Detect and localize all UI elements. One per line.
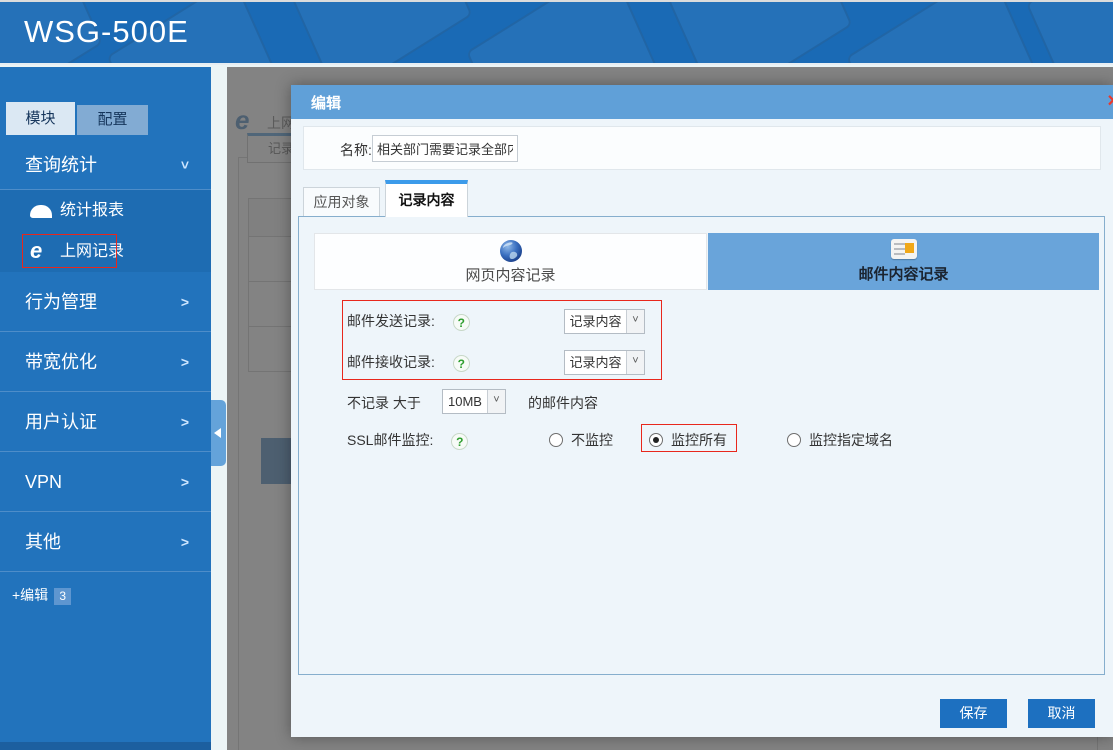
- ssl-monitor-label: SSL邮件监控:: [347, 430, 433, 450]
- mail-recv-label: 邮件接收记录:: [347, 352, 435, 372]
- report-chart-icon: [30, 198, 54, 222]
- header-pattern: [1026, 2, 1113, 65]
- help-icon[interactable]: ?: [453, 355, 470, 372]
- sidebar-item-label: 其他: [25, 532, 61, 552]
- sidebar-item-label: 查询统计: [25, 155, 97, 175]
- chevron-right-icon: >: [181, 392, 189, 452]
- sidebar-submenu: 统计报表 e 上网记录: [0, 190, 211, 272]
- chevron-down-icon: ˅: [181, 140, 189, 190]
- sidebar-bottom-strip: [0, 742, 211, 750]
- edit-count-badge: 3: [54, 588, 71, 605]
- mail-send-select[interactable]: 记录内容 ˅: [564, 309, 645, 334]
- chevron-right-icon: >: [181, 452, 189, 512]
- select-value: 记录内容: [565, 351, 626, 374]
- name-input[interactable]: [372, 135, 518, 162]
- sidebar-item-bandwidth[interactable]: 带宽优化 >: [0, 332, 211, 392]
- sidebar-item-stats-report[interactable]: 统计报表: [0, 190, 211, 231]
- select-value: 10MB: [443, 390, 487, 413]
- sidebar-item-behavior[interactable]: 行为管理 >: [0, 272, 211, 332]
- select-arrow-icon: ˅: [626, 310, 644, 333]
- edit-dialog: 编辑 × 名称: 应用对象 记录内容 网页内容记录: [291, 85, 1113, 737]
- mail-recv-record-row: 邮件接收记录: ?: [347, 352, 470, 372]
- sidebar-item-other[interactable]: 其他 >: [0, 512, 211, 572]
- edit-link-label: +编辑: [12, 587, 48, 603]
- tab-apply-target[interactable]: 应用对象: [303, 187, 380, 217]
- ie-browser-icon: e: [30, 239, 54, 263]
- radio-label: 监控指定域名: [809, 432, 893, 448]
- sidebar-item-label: 带宽优化: [25, 352, 97, 372]
- dialog-header: 编辑 ×: [291, 85, 1113, 119]
- radio-icon[interactable]: [787, 433, 801, 447]
- sidebar-menu: 查询统计 ˅ 统计报表 e 上网记录 行为管理 > 带宽优化 > 用户认证 > …: [0, 140, 211, 572]
- sidebar-item-label: 行为管理: [25, 292, 97, 312]
- save-button[interactable]: 保存: [940, 699, 1007, 728]
- app-title: WSG-500E: [24, 14, 189, 50]
- sidebar-tab-modules[interactable]: 模块: [6, 102, 75, 135]
- collapse-arrow-icon: [214, 428, 221, 438]
- size-limit-select[interactable]: 10MB ˅: [442, 389, 506, 414]
- chevron-right-icon: >: [181, 272, 189, 332]
- radio-monitor-all[interactable]: 监控所有: [649, 430, 727, 450]
- size-limit-prefix: 不记录 大于: [347, 393, 421, 413]
- mail-send-label: 邮件发送记录:: [347, 311, 435, 331]
- sidebar-edit-link[interactable]: +编辑 3: [12, 585, 71, 605]
- name-field-row: 名称:: [303, 126, 1101, 170]
- chevron-right-icon: >: [181, 332, 189, 392]
- sidebar-tabs: 模块 配置: [6, 102, 211, 135]
- tab-record-content[interactable]: 记录内容: [385, 180, 468, 217]
- mail-card-icon: [891, 239, 917, 259]
- option-label: 网页内容记录: [315, 264, 706, 285]
- mail-content-record-option[interactable]: 邮件内容记录: [708, 233, 1099, 290]
- chevron-right-icon: >: [181, 512, 189, 572]
- radio-icon[interactable]: [549, 433, 563, 447]
- app-header: WSG-500E: [0, 2, 1113, 65]
- sidebar-collapse-handle[interactable]: [211, 400, 226, 466]
- name-label: 名称:: [340, 140, 372, 160]
- option-label: 邮件内容记录: [708, 263, 1099, 284]
- web-content-record-option[interactable]: 网页内容记录: [314, 233, 707, 290]
- mail-recv-select[interactable]: 记录内容 ˅: [564, 350, 645, 375]
- header-pattern: [668, 2, 853, 65]
- cancel-button[interactable]: 取消: [1028, 699, 1095, 728]
- sidebar-item-auth[interactable]: 用户认证 >: [0, 392, 211, 452]
- sidebar-item-query-stats[interactable]: 查询统计 ˅: [0, 140, 211, 190]
- record-content-panel: 网页内容记录 邮件内容记录 邮件发送记录: ? 记录内容 ˅ 邮件接收记录: ?…: [298, 216, 1105, 675]
- select-arrow-icon: ˅: [626, 351, 644, 374]
- radio-label: 监控所有: [671, 432, 727, 448]
- sidebar-item-label: VPN: [25, 472, 62, 492]
- sidebar-item-vpn[interactable]: VPN >: [0, 452, 211, 512]
- radio-checked-icon[interactable]: [649, 433, 663, 447]
- close-icon[interactable]: ×: [1107, 91, 1113, 111]
- help-icon[interactable]: ?: [453, 314, 470, 331]
- dialog-title: 编辑: [311, 92, 341, 113]
- sidebar-item-label: 统计报表: [60, 202, 124, 219]
- globe-icon: [499, 239, 523, 263]
- header-pattern: [466, 2, 664, 65]
- radio-no-monitor[interactable]: 不监控: [549, 430, 613, 450]
- select-arrow-icon: ˅: [487, 390, 505, 413]
- radio-monitor-domains[interactable]: 监控指定域名: [787, 430, 893, 450]
- sidebar-item-web-log[interactable]: e 上网记录: [0, 231, 211, 272]
- sidebar-item-label: 用户认证: [25, 412, 97, 432]
- sidebar-item-label: 上网记录: [60, 243, 124, 260]
- ssl-monitor-row: SSL邮件监控: ?: [347, 430, 468, 450]
- size-limit-suffix: 的邮件内容: [528, 393, 598, 413]
- radio-label: 不监控: [571, 432, 613, 448]
- sidebar-tab-config[interactable]: 配置: [77, 105, 148, 135]
- mail-send-record-row: 邮件发送记录: ?: [347, 311, 470, 331]
- header-pattern: [846, 2, 1044, 65]
- header-pattern: [288, 2, 473, 65]
- select-value: 记录内容: [565, 310, 626, 333]
- sidebar: 模块 配置 查询统计 ˅ 统计报表 e 上网记录 行为管理 > 带宽优化 > 用…: [0, 67, 211, 750]
- help-icon[interactable]: ?: [451, 433, 468, 450]
